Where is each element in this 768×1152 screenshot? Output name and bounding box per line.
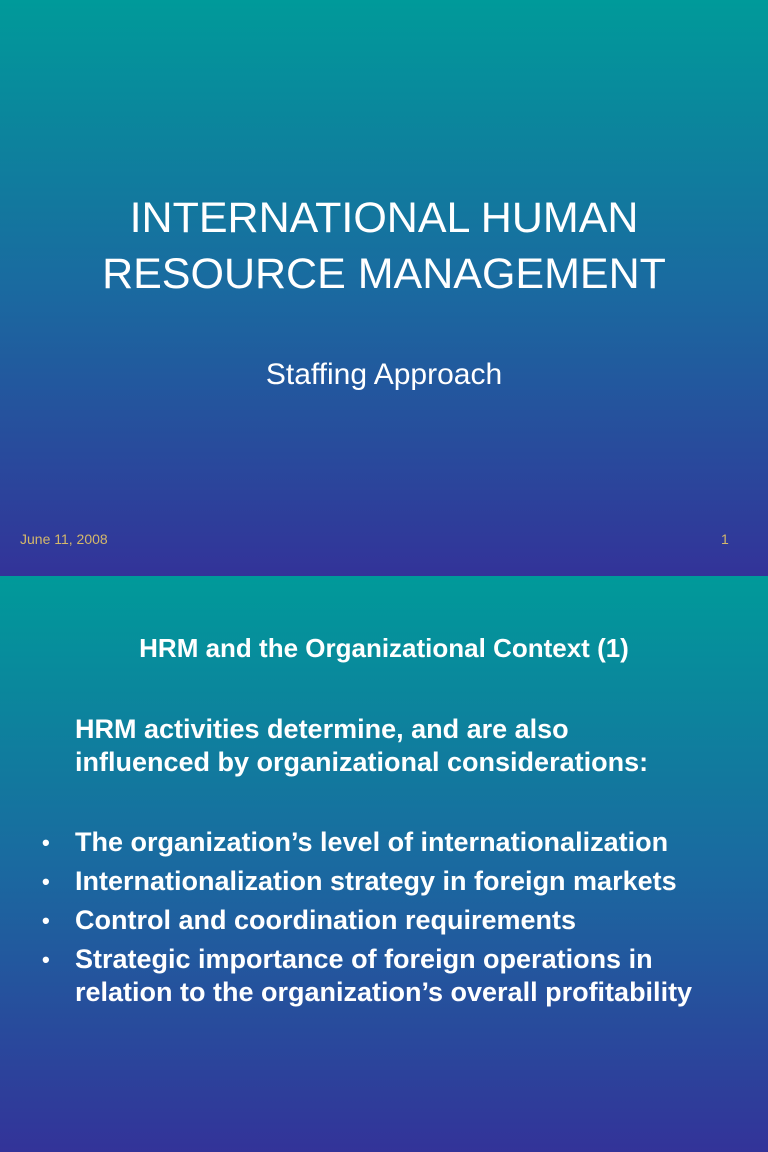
slide-2: HRM and the Organizational Context (1) H… (0, 576, 768, 1152)
bullet-icon: • (42, 869, 50, 894)
bullet-icon: • (42, 830, 50, 855)
intro-line: HRM activities determine, and are also (75, 714, 569, 744)
page-number: 1 (721, 531, 729, 547)
bullet-icon: • (42, 947, 50, 972)
list-item: • Strategic importance of foreign operati… (0, 943, 755, 1009)
list-item: • The organization’s level of internation… (0, 826, 755, 859)
slide-1: INTERNATIONAL HUMAN RESOURCE MANAGEMENT … (0, 0, 768, 576)
bullet-text: Strategic importance of foreign operatio… (75, 944, 693, 1007)
slide-title: INTERNATIONAL HUMAN RESOURCE MANAGEMENT (0, 190, 768, 302)
bullet-text: The organization’s level of internationa… (75, 827, 669, 857)
footer-date: June 11, 2008 (20, 531, 108, 547)
intro-text: HRM activities determine, and are also i… (75, 713, 648, 779)
list-item: • Control and coordination requirements (0, 904, 755, 937)
intro-line: influenced by organizational considerati… (75, 747, 649, 777)
title-line: INTERNATIONAL HUMAN (129, 194, 639, 242)
bullet-text: Internationalization strategy in foreign… (75, 866, 677, 896)
list-item: • Internationalization strategy in foreig… (0, 865, 755, 898)
bullet-text: Control and coordination requirements (75, 905, 577, 935)
bullet-icon: • (42, 908, 50, 933)
slide-subtitle: Staffing Approach (265, 358, 503, 391)
title-line: RESOURCE MANAGEMENT (102, 250, 666, 298)
bullet-list: • The organization’s level of internation… (0, 826, 755, 1015)
slide-title: HRM and the Organizational Context (1) (139, 633, 629, 663)
